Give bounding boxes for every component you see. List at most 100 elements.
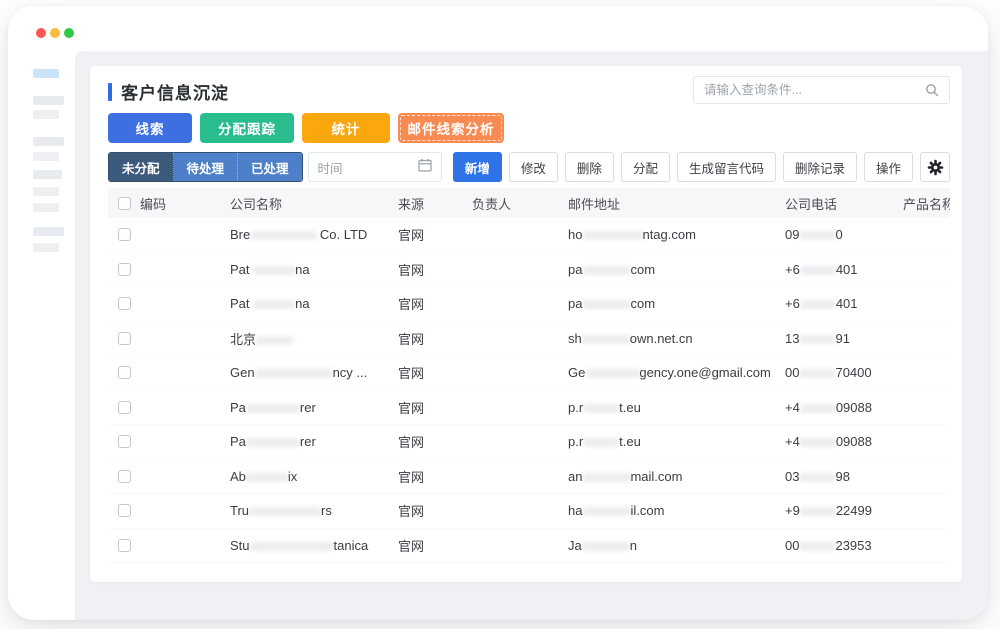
cell-company-visible-suffix: rer bbox=[300, 400, 316, 415]
sidebar-item[interactable] bbox=[33, 243, 59, 252]
cell-phone-visible-prefix: 09 bbox=[785, 227, 799, 242]
cell-email: hoxxxxxxxxxxntag.com bbox=[568, 227, 785, 242]
sidebar-item-active[interactable] bbox=[33, 69, 59, 78]
sidebar-item[interactable] bbox=[33, 96, 64, 105]
cell-email-visible-suffix: il.com bbox=[630, 503, 664, 518]
cell-company-visible-prefix: Ab bbox=[230, 469, 246, 484]
sidebar-item[interactable] bbox=[33, 137, 64, 146]
sidebar-item[interactable] bbox=[33, 110, 59, 119]
cell-phone: +9xxxxxx22499 bbox=[785, 503, 903, 518]
settings-gear-button[interactable] bbox=[920, 152, 950, 182]
sidebar-item[interactable] bbox=[33, 170, 62, 179]
cell-source: 官网 bbox=[398, 294, 472, 313]
cell-email-visible-suffix: n bbox=[630, 538, 637, 553]
cell-phone-redacted: xxxxxx bbox=[800, 434, 836, 449]
date-filter[interactable]: 时间 bbox=[308, 152, 442, 182]
select-checkbox[interactable] bbox=[118, 401, 131, 414]
select-checkbox[interactable] bbox=[118, 228, 131, 241]
cell-company-redacted: xxxxxxxxxxxx bbox=[249, 503, 321, 518]
select-checkbox[interactable] bbox=[118, 297, 131, 310]
cell-source: 官网 bbox=[398, 501, 472, 520]
cell-phone: +6xxxxxx401 bbox=[785, 262, 903, 277]
cell-email: p.rxxxxxxt.eu bbox=[568, 400, 785, 415]
cell-company-visible-suffix: na bbox=[295, 296, 309, 311]
date-filter-placeholder: 时间 bbox=[318, 158, 418, 177]
cell-phone-visible-prefix: 00 bbox=[785, 365, 799, 380]
cell-company-visible-suffix: ix bbox=[288, 469, 297, 484]
table-header-row: 编码公司名称来源负责人邮件地址公司电话产品名称 bbox=[108, 188, 950, 218]
select-checkbox[interactable] bbox=[118, 332, 131, 345]
cell-phone: +6xxxxxx401 bbox=[785, 296, 903, 311]
cell-company-redacted: xxxxxxxxx bbox=[246, 434, 300, 449]
nav-button-线索[interactable]: 线索 bbox=[108, 113, 192, 143]
cell-email-visible-prefix: sh bbox=[568, 331, 582, 346]
cell-company-visible-prefix: Bre bbox=[230, 227, 250, 242]
select-checkbox[interactable] bbox=[118, 470, 131, 483]
title-accent-bar bbox=[108, 83, 112, 101]
toolbar-button-修改[interactable]: 修改 bbox=[509, 152, 558, 182]
zoom-button[interactable] bbox=[64, 28, 74, 38]
cell-phone-visible-suffix: 91 bbox=[835, 331, 849, 346]
sidebar-item[interactable] bbox=[33, 203, 59, 212]
select-all-checkbox[interactable] bbox=[118, 197, 131, 210]
cell-phone-redacted: xxxxxx bbox=[800, 262, 836, 277]
sidebar bbox=[8, 6, 75, 620]
table-row: Paxxxxxxxxxrer官网p.rxxxxxxt.eu+4xxxxxx090… bbox=[108, 425, 950, 460]
cell-email: paxxxxxxxxcom bbox=[568, 296, 785, 311]
select-checkbox[interactable] bbox=[118, 366, 131, 379]
toolbar-button-删除[interactable]: 删除 bbox=[565, 152, 614, 182]
select-checkbox[interactable] bbox=[118, 504, 131, 517]
cell-email-redacted: xxxxxxxx bbox=[582, 262, 630, 277]
cell-company-visible-prefix: Pat bbox=[230, 296, 253, 311]
cell-phone-redacted: xxxxxx bbox=[799, 365, 835, 380]
cell-company-redacted: xxxxxxxxx bbox=[246, 400, 300, 415]
select-checkbox[interactable] bbox=[118, 435, 131, 448]
column-header-编码: 编码 bbox=[140, 194, 230, 213]
calendar-icon bbox=[418, 158, 432, 177]
cell-email-visible-prefix: p.r bbox=[568, 434, 583, 449]
cell-phone-visible-prefix: +6 bbox=[785, 262, 800, 277]
module-nav: 线索分配跟踪统计邮件线索分析 bbox=[108, 113, 504, 143]
app-window: 客户信息沉淀 线索分配跟踪统计邮件线索分析 未分配待处理已处理 时间 bbox=[8, 6, 988, 620]
toolbar-button-分配[interactable]: 分配 bbox=[621, 152, 670, 182]
cell-email-redacted: xxxxxxxxx bbox=[585, 365, 639, 380]
column-header-邮件地址: 邮件地址 bbox=[568, 194, 785, 213]
cell-source: 官网 bbox=[398, 329, 472, 348]
minimize-button[interactable] bbox=[50, 28, 60, 38]
column-header-公司名称: 公司名称 bbox=[230, 194, 398, 213]
toolbar-button-删除记录[interactable]: 删除记录 bbox=[783, 152, 857, 182]
filter-tab-待处理[interactable]: 待处理 bbox=[174, 153, 239, 181]
cell-email-redacted: xxxxxxxxxx bbox=[582, 227, 642, 242]
sidebar-item[interactable] bbox=[33, 152, 59, 161]
filter-tab-未分配[interactable]: 未分配 bbox=[109, 153, 174, 181]
select-checkbox[interactable] bbox=[118, 263, 131, 276]
cell-company-redacted: xxxxxxx bbox=[246, 469, 288, 484]
cell-email: paxxxxxxxxcom bbox=[568, 262, 785, 277]
cell-source: 官网 bbox=[398, 260, 472, 279]
table-row: Abxxxxxxxix官网anxxxxxxxxmail.com03xxxxxx9… bbox=[108, 460, 950, 495]
cell-phone-visible-suffix: 09088 bbox=[836, 400, 872, 415]
cell-company-visible-suffix: tanica bbox=[334, 538, 369, 553]
select-checkbox[interactable] bbox=[118, 539, 131, 552]
cell-email-redacted: xxxxxxxx bbox=[582, 469, 630, 484]
nav-button-统计[interactable]: 统计 bbox=[302, 113, 390, 143]
toolbar-button-操作[interactable]: 操作 bbox=[864, 152, 913, 182]
toolbar-button-新增[interactable]: 新增 bbox=[453, 152, 502, 182]
search-icon[interactable] bbox=[925, 83, 939, 97]
search-input[interactable] bbox=[704, 83, 925, 97]
filter-toolbar-row: 未分配待处理已处理 时间 新增修改删除分配生成留言代码删除记录操作 bbox=[108, 152, 950, 182]
cell-company-visible-prefix: Stu bbox=[230, 538, 250, 553]
sidebar-item[interactable] bbox=[33, 227, 64, 236]
cell-phone-visible-prefix: 03 bbox=[785, 469, 799, 484]
cell-email-visible-prefix: ha bbox=[568, 503, 582, 518]
sidebar-item[interactable] bbox=[33, 187, 59, 196]
filter-tab-已处理[interactable]: 已处理 bbox=[238, 153, 302, 181]
cell-email: Jaxxxxxxxxn bbox=[568, 538, 785, 553]
cell-company-redacted: xxxxxxx bbox=[253, 262, 295, 277]
card-header: 客户信息沉淀 bbox=[108, 76, 950, 106]
cell-phone-visible-suffix: 401 bbox=[836, 262, 858, 277]
nav-button-分配跟踪[interactable]: 分配跟踪 bbox=[200, 113, 294, 143]
toolbar-button-生成留言代码[interactable]: 生成留言代码 bbox=[677, 152, 776, 182]
close-button[interactable] bbox=[36, 28, 46, 38]
nav-button-邮件线索分析[interactable]: 邮件线索分析 bbox=[398, 113, 504, 143]
